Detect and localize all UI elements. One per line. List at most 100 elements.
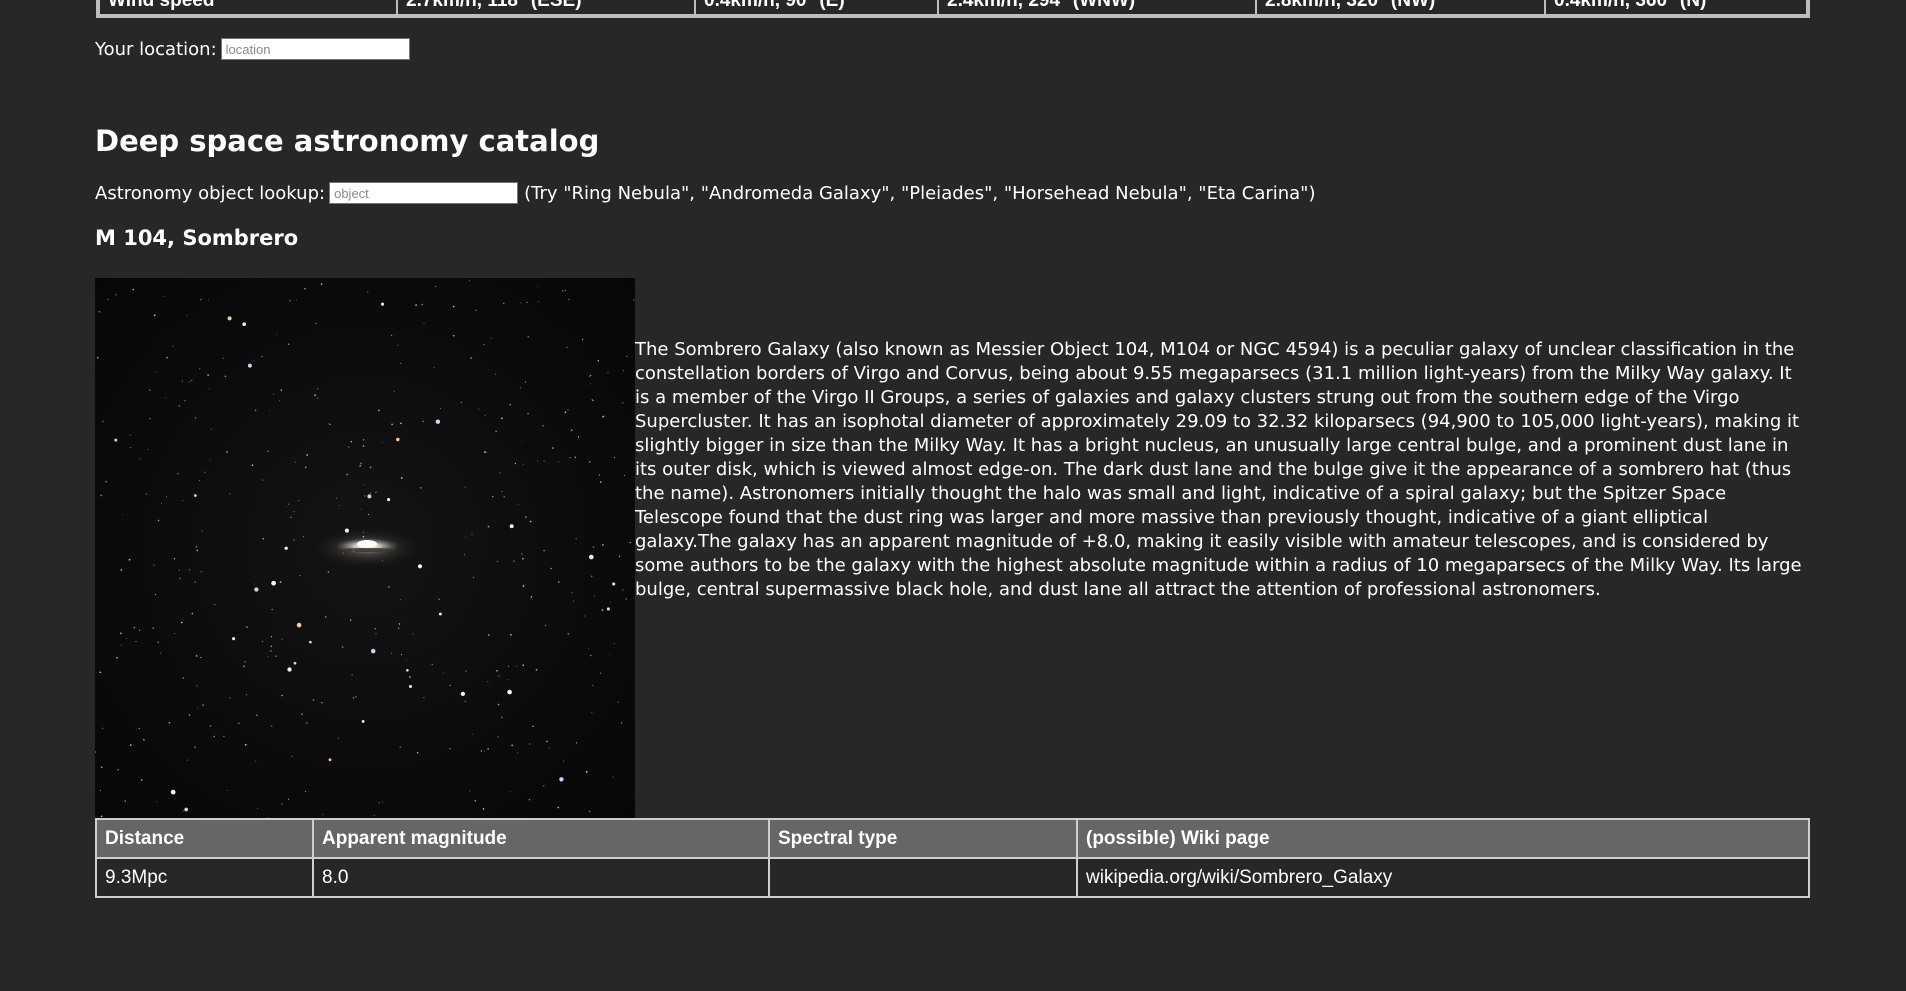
star — [588, 810, 591, 813]
star — [268, 410, 270, 412]
star — [398, 623, 401, 625]
star — [262, 640, 264, 642]
star — [362, 445, 365, 447]
wind-speed-cell: 0.4km/h, 90° (E) — [696, 0, 939, 14]
star — [575, 538, 577, 540]
star — [184, 400, 186, 402]
star — [391, 652, 393, 655]
star — [147, 448, 149, 451]
star — [618, 555, 621, 558]
star — [262, 538, 264, 540]
star — [564, 289, 566, 291]
star — [367, 494, 372, 499]
star — [305, 722, 308, 724]
star — [622, 370, 625, 372]
star — [375, 633, 377, 635]
star — [369, 492, 372, 494]
star — [315, 323, 317, 324]
star — [528, 798, 531, 801]
star — [588, 554, 594, 560]
star — [287, 343, 290, 345]
star — [157, 519, 160, 522]
star — [401, 654, 403, 656]
star — [163, 295, 165, 297]
star — [621, 722, 623, 724]
star — [165, 397, 167, 399]
star — [507, 689, 512, 695]
star — [245, 694, 248, 696]
star — [530, 596, 533, 598]
star — [328, 758, 332, 762]
star — [600, 481, 602, 483]
star — [208, 388, 210, 390]
star — [229, 493, 231, 495]
star — [487, 525, 490, 528]
star — [590, 654, 592, 657]
star — [213, 735, 216, 738]
star — [381, 801, 383, 803]
star — [397, 344, 399, 346]
star — [232, 637, 236, 641]
star — [161, 503, 162, 505]
star — [195, 655, 198, 657]
star — [477, 408, 480, 410]
star — [302, 535, 305, 538]
star — [390, 334, 393, 337]
star — [223, 735, 225, 737]
star — [207, 299, 209, 301]
star — [470, 357, 472, 359]
location-input[interactable] — [220, 38, 410, 60]
star — [157, 641, 159, 643]
star — [536, 460, 539, 462]
star — [363, 484, 365, 486]
star — [254, 587, 259, 592]
star — [559, 777, 564, 782]
star — [289, 299, 292, 302]
star — [173, 558, 176, 560]
star — [352, 696, 355, 699]
table-row: 9.3Mpc 8.0 wikipedia.org/wiki/Sombrero_G… — [95, 857, 1810, 898]
star — [465, 670, 467, 672]
page-title: Deep space astronomy catalog — [95, 124, 600, 158]
star — [471, 533, 473, 535]
wind-speed-cell: 2.7km/h, 118° (ESE) — [398, 0, 696, 14]
star — [589, 461, 591, 463]
star — [543, 460, 545, 462]
galaxy-image — [95, 278, 635, 818]
star — [497, 736, 499, 738]
star — [133, 626, 136, 629]
star — [544, 625, 546, 626]
star — [349, 619, 352, 621]
star — [129, 744, 132, 746]
star — [222, 357, 224, 359]
star — [435, 419, 441, 424]
wiki-page-cell: wikipedia.org/wiki/Sombrero_Galaxy — [1076, 857, 1810, 898]
star — [172, 345, 174, 347]
star — [101, 727, 104, 729]
object-lookup-input[interactable] — [329, 182, 519, 204]
star — [100, 494, 103, 497]
star — [370, 648, 376, 654]
star — [399, 746, 401, 748]
star — [606, 607, 610, 611]
star — [346, 473, 349, 476]
star — [182, 677, 185, 679]
star — [522, 585, 525, 587]
star — [128, 558, 131, 561]
star — [177, 473, 179, 475]
star — [156, 801, 158, 803]
star — [276, 333, 278, 335]
star — [294, 461, 296, 463]
star — [439, 407, 441, 410]
star — [347, 446, 350, 449]
star — [270, 650, 272, 652]
star — [590, 575, 593, 578]
star — [464, 554, 466, 556]
star — [194, 417, 197, 419]
star — [499, 472, 501, 474]
star — [597, 360, 600, 362]
star — [165, 496, 168, 498]
star — [473, 576, 474, 578]
star — [583, 615, 585, 617]
star — [612, 776, 614, 778]
